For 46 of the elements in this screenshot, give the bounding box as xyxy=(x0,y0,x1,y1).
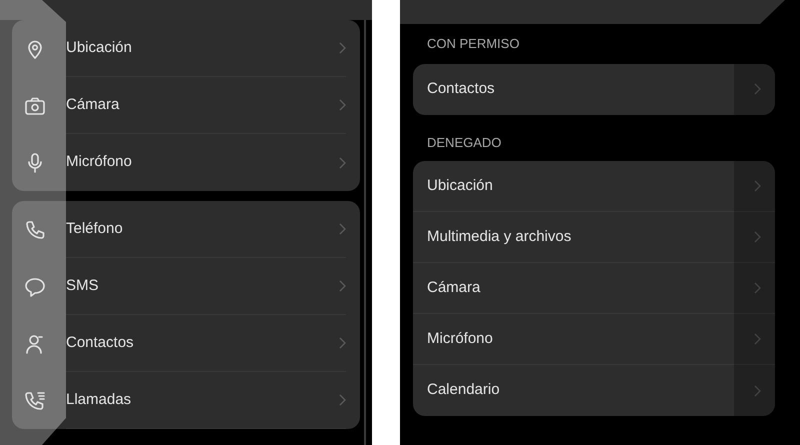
chevron-icon xyxy=(339,42,346,54)
permission-item[interactable]: Micrófono xyxy=(12,134,360,191)
chevron-icon xyxy=(754,282,761,294)
item-label: Micrófono xyxy=(427,328,494,349)
permission-item[interactable]: Calendario xyxy=(413,365,775,416)
item-label: Cámara xyxy=(66,94,120,115)
chevron-icon xyxy=(754,384,761,396)
item-label: Ubicación xyxy=(66,38,133,58)
item-label: Contactos xyxy=(66,332,135,353)
chevron-icon xyxy=(339,99,346,111)
chevron-icon xyxy=(339,337,346,349)
permission-item[interactable]: Teléfono xyxy=(12,201,360,258)
permission-item[interactable]: Cámara xyxy=(413,263,775,314)
permission-item[interactable]: Contactos xyxy=(12,315,360,372)
chevron-icon xyxy=(754,180,761,192)
call-list-icon xyxy=(24,390,46,412)
chevron-icon xyxy=(754,231,761,243)
chevron-icon xyxy=(339,394,346,406)
chevron-icon xyxy=(339,156,346,168)
permission-item[interactable]: SMS xyxy=(12,258,360,315)
item-label: Multimedia y archivos xyxy=(427,226,572,247)
chevron-icon xyxy=(754,83,761,95)
item-label: Cámara xyxy=(427,278,482,298)
permission-item[interactable]: Micrófono xyxy=(413,314,775,365)
permission-item[interactable]: Ubicación xyxy=(413,161,775,212)
section-heading: DENEGADO xyxy=(426,134,502,152)
phone-icon xyxy=(24,218,46,240)
speech-bubble-icon xyxy=(24,276,46,298)
permission-item[interactable]: Ubicación xyxy=(12,20,360,77)
section-heading: CON PERMISO xyxy=(426,35,520,53)
chevron-icon xyxy=(754,333,761,345)
item-label: Llamadas xyxy=(66,390,132,410)
permission-item[interactable]: Llamadas xyxy=(12,372,360,429)
permission-item[interactable]: Multimedia y archivos xyxy=(413,212,775,263)
camera-icon xyxy=(24,94,46,116)
item-label: Contactos xyxy=(427,78,496,99)
item-label: Teléfono xyxy=(66,218,124,239)
item-label: SMS xyxy=(66,276,100,296)
chevron-icon xyxy=(339,223,346,235)
item-label: Ubicación xyxy=(427,176,494,196)
chevron-icon xyxy=(339,280,346,292)
shade-overlay xyxy=(734,64,775,114)
item-label: Micrófono xyxy=(66,152,133,172)
item-label: Calendario xyxy=(427,380,501,400)
permission-item[interactable]: Cámara xyxy=(12,77,360,134)
permission-item[interactable]: Contactos xyxy=(413,64,775,114)
